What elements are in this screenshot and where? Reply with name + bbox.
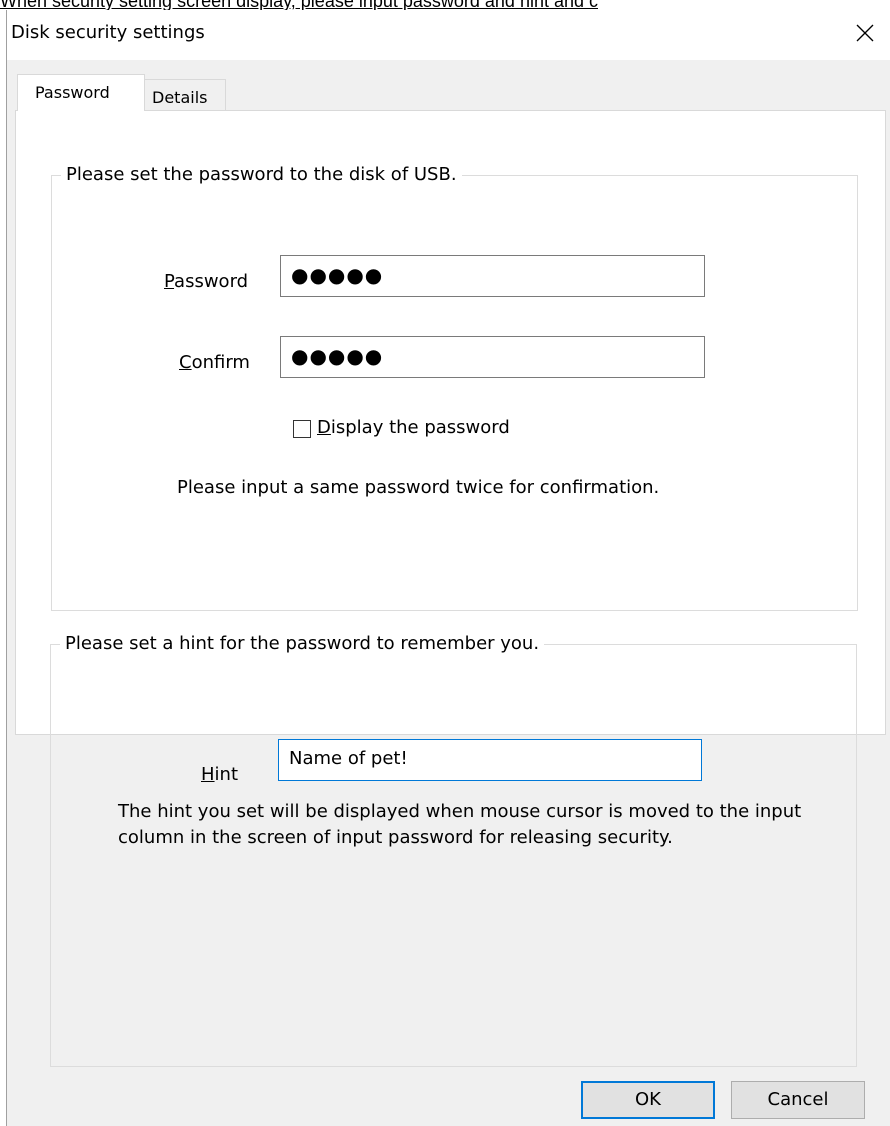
document-caption: When security setting screen display, pl… (0, 0, 598, 10)
disk-security-dialog: Disk security settings Password Details … (6, 10, 890, 1126)
tab-details[interactable]: Details (144, 79, 226, 111)
display-password-checkbox[interactable] (293, 420, 311, 438)
hint-value: Name of pet! (289, 748, 408, 769)
password-label-text: assword (174, 271, 249, 292)
hint-label-access-key: H (201, 764, 215, 785)
cancel-button[interactable]: Cancel (731, 1081, 865, 1119)
display-password-label[interactable]: Display the password (317, 417, 510, 439)
title-bar: Disk security settings (7, 10, 890, 60)
password-input[interactable]: ●●●●● (280, 255, 705, 297)
password-value: ●●●●● (291, 263, 384, 287)
password-instruction: Please input a same password twice for c… (177, 477, 660, 498)
ok-button[interactable]: OK (581, 1081, 715, 1119)
confirm-label-access-key: C (179, 352, 192, 373)
confirm-value: ●●●●● (291, 344, 384, 368)
password-group-legend: Please set the password to the disk of U… (66, 164, 457, 185)
confirm-label: Confirm (179, 352, 250, 374)
confirm-input[interactable]: ●●●●● (280, 336, 705, 378)
hint-group-legend: Please set a hint for the password to re… (65, 633, 540, 654)
hint-description: The hint you set will be displayed when … (118, 801, 802, 848)
display-password-text: isplay the password (330, 417, 510, 438)
hint-input[interactable]: Name of pet! (278, 739, 702, 781)
password-label: Password (164, 271, 248, 293)
confirm-label-text: onfirm (191, 352, 250, 373)
display-password-access-key: D (317, 417, 331, 438)
close-icon (856, 24, 874, 42)
password-group: Please set the password to the disk of U… (51, 164, 858, 611)
tab-password[interactable]: Password (17, 74, 145, 111)
hint-label: Hint (201, 764, 238, 786)
window-title: Disk security settings (11, 22, 205, 43)
hint-label-text: int (214, 764, 239, 785)
password-label-access-key: P (164, 271, 175, 292)
close-button[interactable] (839, 10, 890, 56)
